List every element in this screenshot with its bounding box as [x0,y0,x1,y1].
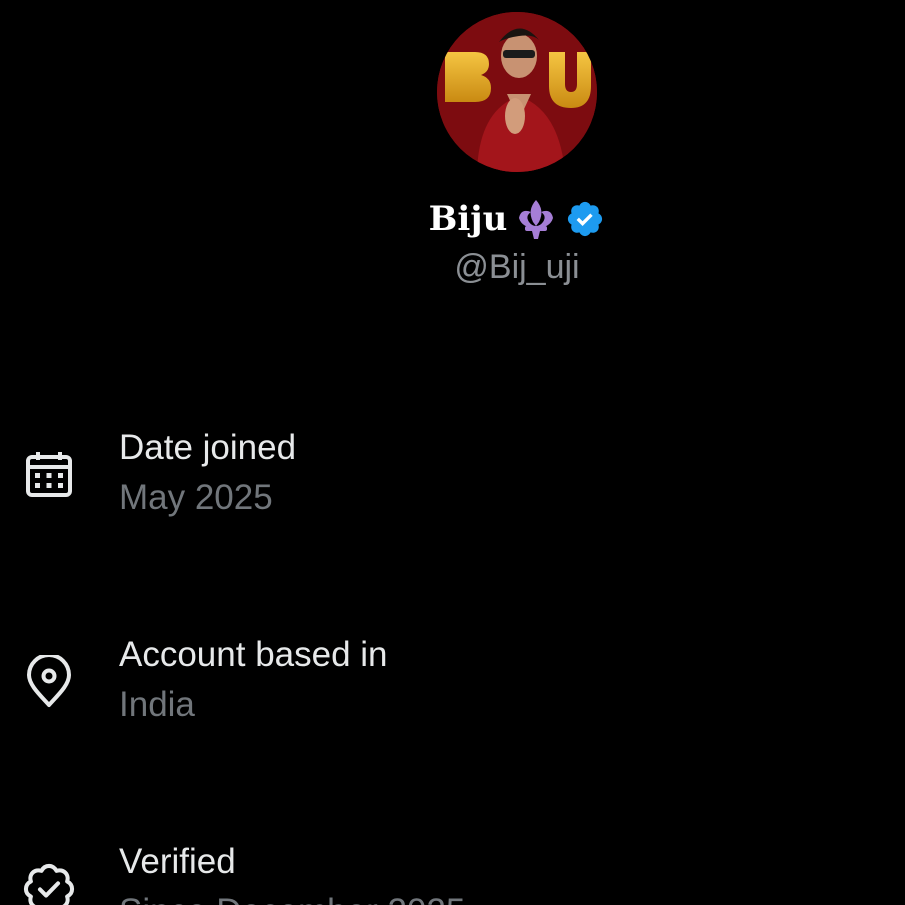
info-title-account-based-in: Account based in [119,635,388,674]
fleur-de-lis-icon [513,196,559,242]
info-title-verified: Verified [119,842,236,881]
info-row-date-joined: Date joined May 2025 [0,420,905,530]
info-value-account-based-in: India [119,685,195,724]
info-value-date-joined: May 2025 [119,478,273,517]
profile-handle: @Bij_uji [454,248,580,286]
location-pin-icon [22,655,76,709]
avatar[interactable] [437,12,597,172]
avatar-image [437,12,597,172]
info-row-verified: Verified Since December 2025 [0,836,905,905]
verified-badge-icon[interactable] [565,199,605,239]
info-value-verified: Since December 2025 [119,892,465,905]
profile-name-row: Biju [0,193,905,245]
calendar-icon [22,448,76,502]
about-account-page: Biju @Bij_uji Date joined May 2025 Accou… [0,0,905,905]
verified-check-icon [22,862,76,905]
info-row-account-based-in: Account based in India [0,627,905,737]
display-name: Biju [428,199,508,239]
info-title-date-joined: Date joined [119,428,297,467]
